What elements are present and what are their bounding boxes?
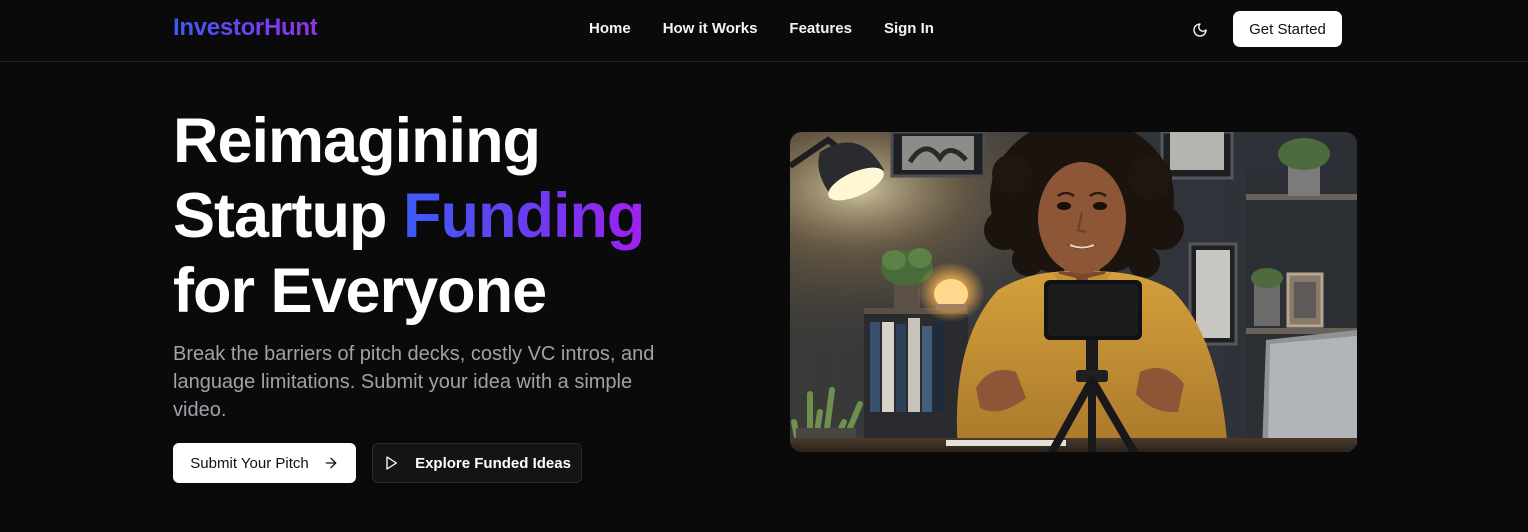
brand-logo[interactable]: InvestorHunt [173, 14, 318, 42]
moon-icon [1193, 23, 1207, 37]
nav-sign-in[interactable]: Sign In [884, 20, 934, 37]
theme-toggle-button[interactable] [1187, 17, 1213, 43]
nav-home[interactable]: Home [589, 20, 631, 37]
nav-how-it-works[interactable]: How it Works [663, 20, 758, 37]
woman-recording-video-pitch-photo [790, 132, 1357, 452]
submit-pitch-label: Submit Your Pitch [190, 454, 309, 472]
get-started-button[interactable]: Get Started [1233, 11, 1342, 47]
hero-title-accent: Funding [403, 181, 645, 251]
submit-pitch-button[interactable]: Submit Your Pitch [173, 443, 356, 483]
explore-funded-ideas-label: Explore Funded Ideas [415, 454, 571, 472]
nav-features[interactable]: Features [789, 20, 852, 37]
hero-image [790, 132, 1357, 452]
hero-title-line-1: Reimagining [173, 106, 541, 176]
hero-subtitle: Break the barriers of pitch decks, costl… [173, 343, 655, 421]
arrow-right-icon [323, 455, 339, 471]
main-nav: Home How it Works Features Sign In [589, 20, 934, 37]
play-icon [383, 455, 399, 471]
hero-title: Reimagining Startup Funding for Everyone [173, 104, 645, 329]
hero-title-line-3: for Everyone [173, 256, 547, 326]
explore-funded-ideas-button[interactable]: Explore Funded Ideas [372, 443, 582, 483]
site-header: InvestorHunt Home How it Works Features … [0, 0, 1528, 62]
hero-title-line-2: Startup [173, 181, 404, 251]
